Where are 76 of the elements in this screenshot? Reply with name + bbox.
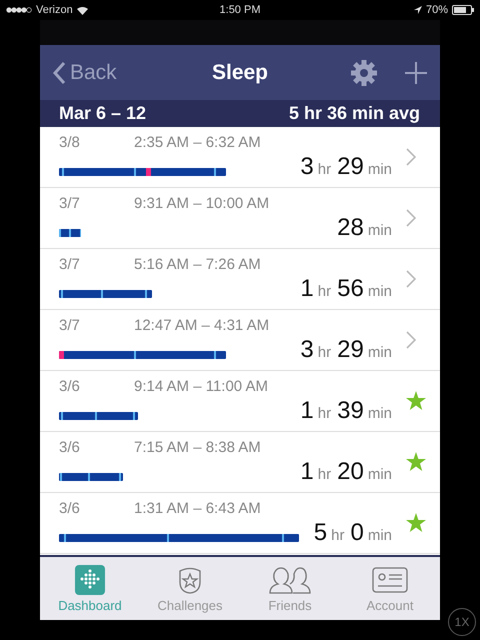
duration-value: 3 [300,152,314,180]
zoom-button[interactable]: 1X [448,608,476,636]
log-times: 9:31 AM – 10:00 AM [134,194,270,212]
dots-icon [75,564,105,594]
duration-value: 28 [337,214,364,242]
log-date: 3/7 [59,256,81,272]
clock-time: 1:50 PM [220,4,260,16]
settings-icon [350,58,378,86]
location-icon [414,6,422,14]
screen-title: Sleep [210,60,270,84]
duration-unit: min [368,526,392,544]
duration-value: 39 [337,396,364,424]
duration-unit: hr [318,160,332,178]
duration-unit: min [368,344,392,360]
battery-icon [452,5,474,15]
settings-button[interactable] [350,58,378,86]
duration-value: 1 [300,396,314,424]
chevron-right-icon [406,148,416,166]
duration-unit: min [368,466,392,482]
chevron-right-icon [406,270,416,288]
log-date: 3/6 [59,500,81,516]
duration-value: 29 [337,152,364,180]
date-range: Mar 6 – 12 [59,103,146,124]
chevron-left-icon [52,60,66,84]
battery-percent: 70% [426,4,448,16]
id-card-icon [372,564,408,594]
duration-unit: min [368,160,392,178]
duration-unit: min [368,282,392,300]
log-date: 3/7 [59,316,81,334]
duration-unit: min [368,404,392,422]
duration-unit: min [368,222,392,238]
chevron-right-icon [406,331,416,349]
sleep-log-row[interactable]: 3/6 7:15 AM – 8:38 AM 1 hr 20 min [40,432,440,493]
plus-icon [404,60,428,84]
duration-value: 5 [314,518,328,546]
duration-unit: hr [331,526,344,544]
duration-value: 29 [337,336,364,364]
log-times: 7:15 AM – 8:38 AM [134,438,261,456]
sleep-log-row[interactable]: 3/7 5:16 AM – 7:26 AM 1 hr 56 min [40,249,440,310]
duration-unit: hr [318,282,332,300]
log-times: 5:16 AM – 7:26 AM [134,256,261,272]
star-icon [406,391,426,411]
log-times: 9:14 AM – 11:00 AM [134,378,268,394]
sleep-bar [59,228,82,236]
sleep-bar [59,472,123,480]
log-date: 3/7 [59,194,81,212]
sleep-log-row[interactable]: 3/7 12:47 AM – 4:31 AM 3 hr 29 min [40,310,440,371]
carrier-name: Verizon [36,4,73,16]
star-icon [406,452,426,472]
sleep-log-row[interactable]: 3/8 2:35 AM – 6:32 AM 3 hr 29 min [40,127,440,188]
duration-value: 0 [350,518,364,546]
duration-unit: hr [318,404,332,422]
duration-value: 1 [300,274,314,302]
log-times: 1:31 AM – 6:43 AM [134,500,261,516]
log-date: 3/6 [59,378,81,394]
duration-unit: hr [318,344,332,360]
duration-value: 3 [300,336,314,364]
signal-icon [6,7,32,13]
duration-value: 20 [337,458,364,486]
log-date: 3/8 [59,134,81,150]
log-times: 12:47 AM – 4:31 AM [134,316,270,334]
sleep-log-row[interactable]: 3/7 9:31 AM – 10:00 AM 28 min [40,188,440,249]
wifi-icon [76,6,88,14]
chevron-right-icon [406,209,416,227]
duration-value: 56 [337,274,364,302]
log-times: 2:35 AM – 6:32 AM [134,134,261,150]
star-icon [406,513,426,533]
average-sleep: 5 hr 36 min avg [288,103,420,124]
back-button[interactable]: Back [52,60,117,84]
people-icon [268,564,312,594]
sleep-log-row[interactable]: 3/6 9:14 AM – 11:00 AM 1 hr 39 min [40,371,440,432]
duration-value: 1 [300,458,314,486]
sleep-log-row[interactable]: 3/6 1:31 AM – 6:43 AM 5 hr 0 min [40,493,440,554]
add-button[interactable] [404,60,428,84]
duration-unit: hr [318,466,332,482]
log-date: 3/6 [59,438,81,456]
